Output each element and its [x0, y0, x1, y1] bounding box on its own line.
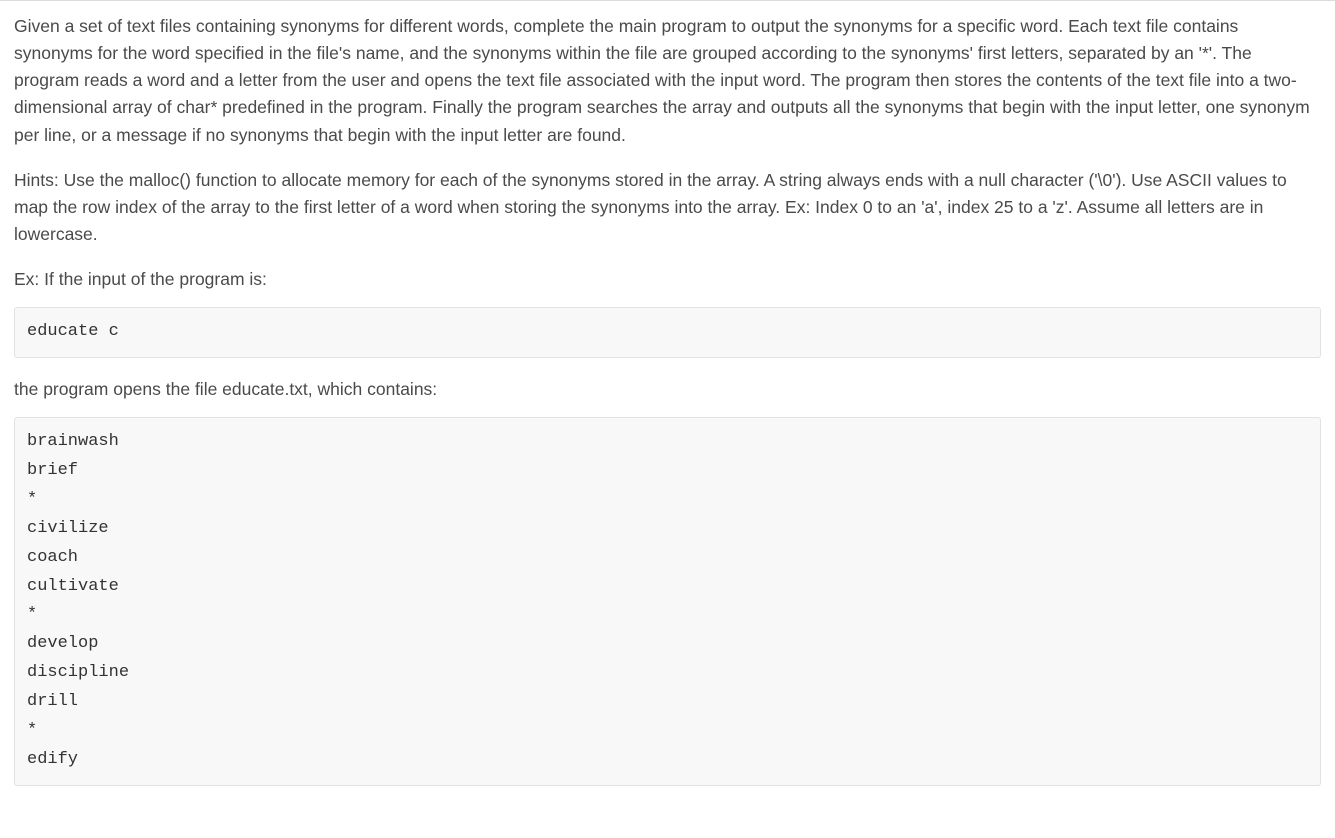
paragraph-example-prompt: Ex: If the input of the program is: [14, 266, 1321, 293]
paragraph-hints: Hints: Use the malloc() function to allo… [14, 167, 1321, 248]
document-page: Given a set of text files containing syn… [0, 0, 1335, 838]
paragraph-file-opens: the program opens the file educate.txt, … [14, 376, 1321, 403]
paragraph-intro: Given a set of text files containing syn… [14, 13, 1321, 149]
codeblock-input-example: educate c [14, 307, 1321, 358]
codeblock-file-contents: brainwash brief * civilize coach cultiva… [14, 417, 1321, 786]
